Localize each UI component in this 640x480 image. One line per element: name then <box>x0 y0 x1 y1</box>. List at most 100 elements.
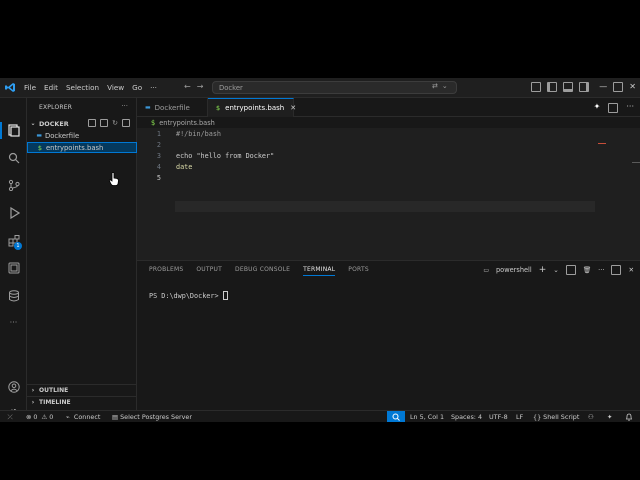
chevron-right-icon: › <box>31 398 35 406</box>
terminal-prompt-line[interactable]: PS D:\dwp\Docker> <box>149 291 228 300</box>
more-actions-icon[interactable]: ··· <box>598 266 604 274</box>
run-debug-icon[interactable] <box>7 206 20 219</box>
line-number: 2 <box>156 141 161 149</box>
file-label: entrypoints.bash <box>46 143 104 152</box>
problems-status[interactable]: ⊗ 0 ⚠ 0 <box>26 413 53 421</box>
forward-arrow-icon[interactable]: → <box>197 82 204 91</box>
copilot-icon[interactable]: ⇄ <box>432 82 438 90</box>
toggle-sidebar-icon[interactable] <box>547 82 558 92</box>
end-of-line[interactable]: LF <box>516 413 523 421</box>
menu-more[interactable]: ··· <box>146 83 161 92</box>
indentation[interactable]: Spaces: 4 <box>451 413 482 421</box>
menu-selection[interactable]: Selection <box>62 83 103 92</box>
notifications-bell-icon[interactable] <box>625 413 633 421</box>
docker-file-icon: ▬ <box>145 104 151 111</box>
source-control-icon[interactable] <box>7 178 20 191</box>
command-center[interactable]: Docker <box>212 81 457 94</box>
database-icon: ▤ <box>112 413 121 421</box>
chevron-down-icon[interactable]: ⌄ <box>442 82 448 90</box>
more-views-icon[interactable]: ··· <box>7 316 20 329</box>
outline-section[interactable]: › OUTLINE <box>27 384 137 395</box>
close-window-icon[interactable]: ✕ <box>629 82 636 92</box>
docker-file-icon: ▬ <box>36 132 42 139</box>
cursor-position[interactable]: Ln 5, Col 1 <box>410 413 444 421</box>
panel-tab-debug-console[interactable]: DEBUG CONSOLE <box>235 266 290 276</box>
panel-tab-ports[interactable]: PORTS <box>348 266 369 276</box>
code-editor[interactable]: 1 2 3 4 5 #!/bin/bash echo "hello from D… <box>137 128 640 260</box>
activity-bar: 1 ··· <box>0 98 27 419</box>
menu-go[interactable]: Go <box>128 83 146 92</box>
vscode-logo-icon <box>0 78 20 98</box>
file-dockerfile[interactable]: ▬ Dockerfile <box>27 130 137 141</box>
collapse-all-icon[interactable] <box>122 119 130 127</box>
postgres-server-status[interactable]: ▤ Select Postgres Server <box>112 413 192 421</box>
toggle-panel-icon[interactable] <box>563 82 574 92</box>
menu-edit[interactable]: Edit <box>40 83 62 92</box>
new-folder-icon[interactable] <box>100 119 109 127</box>
plug-icon: ⌁ <box>66 413 74 421</box>
menu-file[interactable]: File <box>20 83 40 92</box>
split-terminal-icon[interactable] <box>565 265 576 275</box>
panel-tab-output[interactable]: OUTPUT <box>196 266 222 276</box>
maximize-icon[interactable] <box>613 82 624 92</box>
editor-tabs: ▬ Dockerfile $ entrypoints.bash ✕ ✦ ··· <box>137 98 640 117</box>
terminal-icon: ▭ <box>483 266 489 274</box>
database-icon[interactable] <box>7 289 20 302</box>
breadcrumb-file[interactable]: entrypoints.bash <box>159 119 215 127</box>
line-number: 5 <box>156 174 161 182</box>
explorer-icon[interactable] <box>7 124 20 137</box>
line-number: 1 <box>156 130 161 138</box>
copilot-status-icon[interactable]: ⚇ <box>588 413 594 421</box>
minimap-marker <box>598 143 606 144</box>
close-tab-icon[interactable]: ✕ <box>290 104 296 112</box>
tab-dockerfile[interactable]: ▬ Dockerfile <box>137 98 208 117</box>
split-editor-icon[interactable] <box>608 103 619 113</box>
maximize-panel-icon[interactable] <box>611 265 622 275</box>
breadcrumb[interactable]: $ entrypoints.bash <box>137 117 640 128</box>
panel-tab-terminal[interactable]: TERMINAL <box>303 266 336 276</box>
encoding[interactable]: UTF-8 <box>489 413 508 421</box>
menu-view[interactable]: View <box>103 83 128 92</box>
extensions-icon[interactable]: 1 <box>7 234 22 250</box>
sparkle-icon[interactable]: ✦ <box>607 413 612 421</box>
new-terminal-icon[interactable]: + <box>539 265 547 275</box>
status-bar: ⤫ ⊗ 0 ⚠ 0 ⌁ Connect ▤ Select Postgres Se… <box>0 410 640 422</box>
warning-count: 0 <box>49 413 54 421</box>
toggle-secondary-sidebar-icon[interactable] <box>579 82 590 92</box>
title-bar: File Edit Selection View Go ··· ← → Dock… <box>0 78 640 98</box>
account-icon[interactable] <box>7 380 20 393</box>
active-indicator <box>0 122 2 139</box>
minimap-line <box>632 162 640 163</box>
search-icon[interactable] <box>7 151 20 164</box>
remote-indicator-icon[interactable]: ⤫ <box>0 411 20 422</box>
customize-layout-icon[interactable] <box>531 82 542 92</box>
tab-label: entrypoints.bash <box>225 104 285 112</box>
docker-icon[interactable] <box>7 261 20 274</box>
explorer-more-icon[interactable]: ··· <box>121 102 128 110</box>
new-file-icon[interactable] <box>88 119 97 127</box>
panel-tab-problems[interactable]: PROBLEMS <box>149 266 183 276</box>
minimize-icon[interactable]: — <box>599 82 607 92</box>
language-label: Shell Script <box>543 413 580 421</box>
trash-icon[interactable]: 🗑 <box>583 266 591 274</box>
more-actions-icon[interactable]: ··· <box>626 102 634 113</box>
vscode-window: File Edit Selection View Go ··· ← → Dock… <box>0 78 640 422</box>
connect-status[interactable]: ⌁ Connect <box>66 413 100 421</box>
shell-file-icon: $ <box>216 104 221 112</box>
refresh-icon[interactable]: ↻ <box>112 119 118 127</box>
file-entrypoints-bash[interactable]: $ entrypoints.bash <box>27 142 137 153</box>
back-arrow-icon[interactable]: ← <box>184 82 191 91</box>
zoom-icon[interactable] <box>387 411 405 422</box>
connect-label: Connect <box>73 413 101 421</box>
copilot-sparkle-icon[interactable]: ✦ <box>594 102 601 113</box>
terminal-shell-name[interactable]: powershell <box>496 266 532 274</box>
language-mode[interactable]: {} Shell Script <box>533 413 579 421</box>
timeline-label: TIMELINE <box>39 398 71 406</box>
braces-icon: {} <box>533 413 544 421</box>
timeline-section[interactable]: › TIMELINE <box>27 396 137 407</box>
tab-entrypoints-bash[interactable]: $ entrypoints.bash ✕ <box>208 98 296 117</box>
chevron-down-icon[interactable]: ⌄ <box>553 266 559 274</box>
line-number: 4 <box>156 163 161 171</box>
close-panel-icon[interactable]: ✕ <box>628 266 634 274</box>
command-center-text: Docker <box>219 83 243 92</box>
